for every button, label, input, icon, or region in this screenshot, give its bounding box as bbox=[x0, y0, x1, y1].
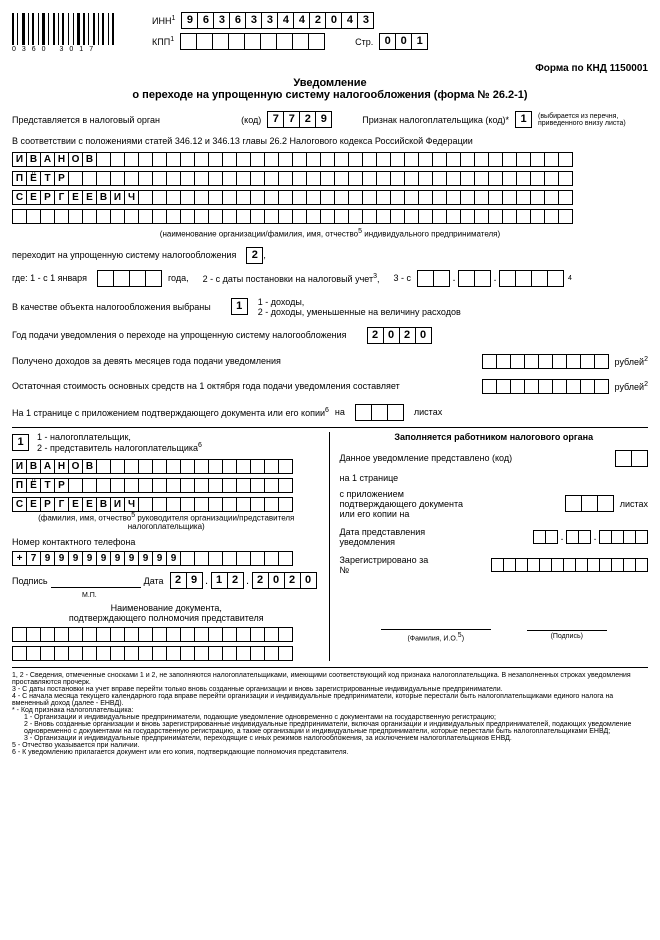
opt2-label: 2 - с даты постановки на налоговый учет3… bbox=[203, 273, 380, 284]
phone-label: Номер контактного телефона bbox=[12, 537, 321, 547]
fio-line bbox=[381, 615, 491, 630]
kpp-cells bbox=[180, 33, 325, 50]
where-label: где: 1 - с 1 января bbox=[12, 273, 87, 283]
inn-cells: 963633442043 bbox=[181, 12, 374, 29]
reg-cells bbox=[491, 558, 648, 572]
doc-cells-2 bbox=[12, 646, 321, 661]
registered: Зарегистрировано за № bbox=[340, 555, 440, 575]
who-2: 2 - представитель налогоплательщика6 bbox=[37, 442, 202, 453]
mp: М.П. bbox=[82, 592, 321, 599]
rep-name-1: ИВАНОВ bbox=[12, 459, 321, 474]
barcode bbox=[12, 13, 152, 45]
law-ref: В соответствии с положениями статей 346.… bbox=[12, 136, 648, 146]
footnote-s3: 3 - Организации и индивидуальные предпри… bbox=[12, 735, 648, 742]
inn-label: ИНН1 bbox=[152, 15, 175, 26]
doc-title: Наименование документа, bbox=[12, 603, 321, 613]
sheets-label: листах bbox=[414, 407, 442, 417]
footnote-6: 6 - К уведомлению прилагается документ и… bbox=[12, 749, 648, 756]
year-cells: 2020 bbox=[367, 327, 432, 344]
transition-label: переходит на упрощенную систему налогооб… bbox=[12, 250, 236, 260]
date-submit: Дата представления уведомления bbox=[340, 527, 440, 547]
barcode-number: 0360 3017 bbox=[12, 46, 152, 53]
year-label: года, bbox=[168, 273, 189, 283]
pages-cells bbox=[355, 404, 404, 421]
footnote-5: 5 - Отчество указывается при наличии. bbox=[12, 742, 648, 749]
submitted-label: Данное уведомление представлено (код) bbox=[340, 453, 513, 463]
rep-name-2: ПЁТР bbox=[12, 478, 321, 493]
footnote-star: * - Код признака налогоплательщика: bbox=[12, 707, 648, 714]
sig-label: Подпись bbox=[12, 576, 48, 586]
rep-name-3: СЕРГЕЕВИЧ bbox=[12, 497, 321, 512]
tax-code-cells: 7729 bbox=[267, 111, 332, 128]
with-attach: с приложением подтверждающего документа … bbox=[340, 489, 480, 519]
residual-label: Остаточная стоимость основных средств на… bbox=[12, 381, 400, 391]
page-label: Стр. bbox=[355, 37, 373, 47]
sign-note: (выбирается из перечня, приведенного вни… bbox=[538, 113, 648, 127]
submitted-cells bbox=[615, 450, 648, 467]
object-1: 1 - доходы, bbox=[258, 297, 461, 307]
doc-cells-1 bbox=[12, 627, 321, 642]
date-label: Дата bbox=[144, 576, 164, 586]
year-from-cells bbox=[97, 270, 162, 287]
date-m: 12 bbox=[211, 572, 244, 589]
fio-label: (Фамилия, И.О.5) bbox=[378, 632, 494, 642]
object-label: В качестве объекта налогообложения выбра… bbox=[12, 302, 211, 312]
rubles-2: рублей2 bbox=[615, 381, 648, 392]
signature-line bbox=[51, 573, 141, 588]
sign-cell: 1 bbox=[515, 111, 532, 128]
date-y: 2020 bbox=[252, 572, 317, 589]
footnote-4: 4 - С начала месяца текущего календарног… bbox=[12, 693, 648, 707]
phone-cells: +79999999999 bbox=[12, 551, 321, 566]
date-from-y bbox=[499, 270, 564, 287]
object-2: 2 - доходы, уменьшенные на величину расх… bbox=[258, 307, 461, 317]
name-caption: (наименование организации/фамилия, имя, … bbox=[12, 228, 648, 239]
date-from-m bbox=[458, 270, 491, 287]
kpp-label: КПП1 bbox=[152, 36, 174, 47]
sig-line-2 bbox=[527, 616, 607, 631]
who-1: 1 - налогоплательщик, bbox=[37, 432, 202, 442]
doc-title-2: подтверждающего полномочия представителя bbox=[12, 613, 321, 623]
date-from-d bbox=[417, 270, 450, 287]
income-cells bbox=[482, 354, 609, 369]
footnote-s2: 2 - Вновь созданные организации и вновь … bbox=[12, 721, 648, 735]
opt3-label: 3 - с bbox=[394, 273, 412, 283]
name-row-2: ПЁТР bbox=[12, 171, 648, 186]
title-1: Уведомление bbox=[12, 77, 648, 89]
code-label: (код) bbox=[241, 115, 261, 125]
submit-to-label: Представляется в налоговый орган bbox=[12, 115, 160, 125]
who-code: 1 bbox=[12, 434, 29, 451]
form-code: Форма по КНД 1150001 bbox=[535, 63, 648, 74]
right-title: Заполняется работником налогового органа bbox=[340, 432, 649, 442]
sig-label-2: (Подпись) bbox=[524, 633, 610, 640]
on-pages: на 1 странице bbox=[340, 473, 649, 483]
page-cells: 001 bbox=[379, 33, 428, 50]
name-row-4 bbox=[12, 209, 648, 224]
title-2: о переходе на упрощенную систему налогоо… bbox=[12, 89, 648, 101]
residual-cells bbox=[482, 379, 609, 394]
sign-label: Признак налогоплательщика (код)* bbox=[362, 115, 509, 125]
name-row-1: ИВАНОВ bbox=[12, 152, 648, 167]
footnote-1: 1, 2 - Сведения, отмеченные сносками 1 и… bbox=[12, 672, 648, 686]
income9m-label: Получено доходов за девять месяцев года … bbox=[12, 356, 281, 366]
rubles-1: рублей2 bbox=[615, 356, 648, 367]
year-notice-label: Год подачи уведомления о переходе на упр… bbox=[12, 330, 347, 340]
date-d: 29 bbox=[170, 572, 203, 589]
rep-caption: (фамилия, имя, отчество5 руководителя ор… bbox=[12, 512, 321, 532]
name-row-3: СЕРГЕЕВИЧ bbox=[12, 190, 648, 205]
object-code: 1 bbox=[231, 298, 248, 315]
pages-text: На 1 странице с приложением подтверждающ… bbox=[12, 407, 329, 418]
attach-cells bbox=[565, 495, 614, 512]
transition-code: 2 bbox=[246, 247, 263, 264]
